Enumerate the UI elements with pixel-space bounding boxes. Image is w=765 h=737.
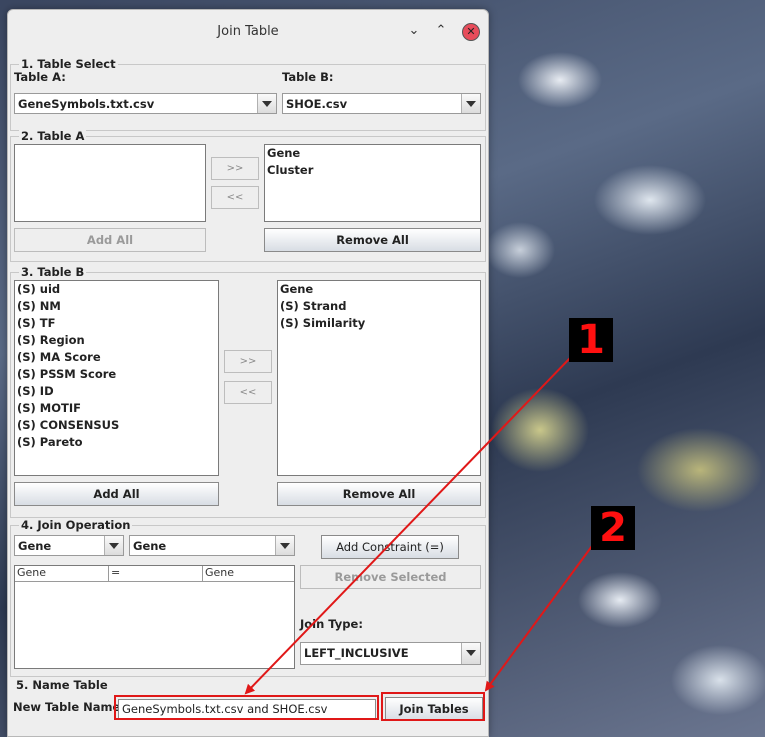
marker-2: 2 — [591, 506, 635, 550]
arrow-to-name-field — [244, 355, 573, 695]
annotation-arrows — [244, 355, 593, 695]
marker-1: 1 — [569, 318, 613, 362]
arrow-to-join-button — [484, 545, 593, 692]
